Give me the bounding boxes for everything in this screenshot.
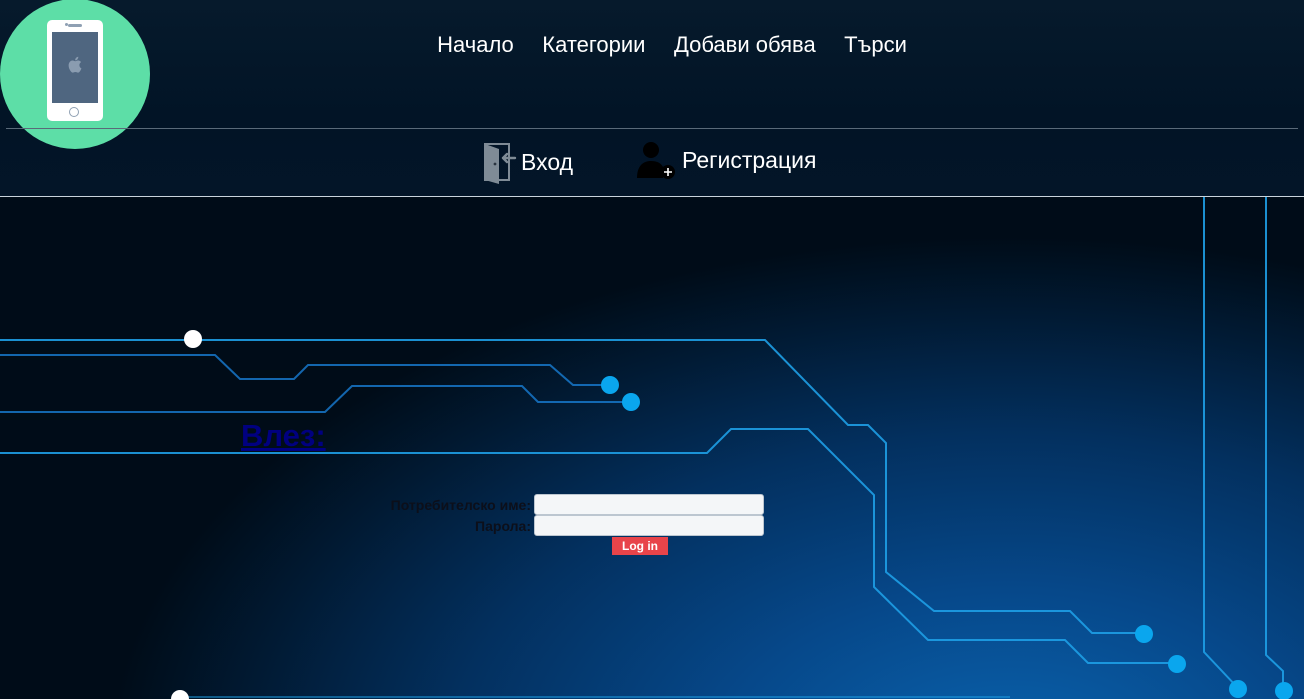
login-title: Влез: (241, 418, 326, 453)
header-divider (6, 128, 1298, 129)
site-header: Начало Категории Добави обява Търси Вход… (0, 0, 1304, 197)
circuit-background (0, 197, 1293, 699)
nav-link-add-listing[interactable]: Добави обява (674, 32, 816, 57)
register-link-label: Регистрация (682, 146, 817, 173)
login-link[interactable]: Вход (481, 140, 573, 184)
login-door-icon (484, 143, 517, 184)
username-row: Потребителско име: (369, 494, 764, 515)
nav-link-search[interactable]: Търси (844, 32, 907, 57)
password-row: Парола: (369, 515, 764, 536)
password-label: Парола: (475, 517, 531, 534)
nav-link-home[interactable]: Начало (437, 32, 514, 57)
nav-link-categories[interactable]: Категории (542, 32, 645, 57)
username-input[interactable] (534, 494, 764, 515)
site-logo[interactable] (0, 0, 150, 149)
add-user-icon (637, 142, 675, 179)
register-link[interactable]: Регистрация (636, 140, 816, 180)
main-nav: Начало Категории Добави обява Търси (0, 32, 1304, 58)
password-input[interactable] (534, 515, 764, 536)
login-button[interactable]: Log in (612, 537, 668, 555)
auth-nav: Вход Регистрация (0, 140, 1304, 184)
login-section: Влез: Потребителско име: Парола: Log in (0, 197, 1304, 699)
username-label: Потребителско име: (390, 496, 531, 513)
login-link-label: Вход (521, 148, 574, 175)
